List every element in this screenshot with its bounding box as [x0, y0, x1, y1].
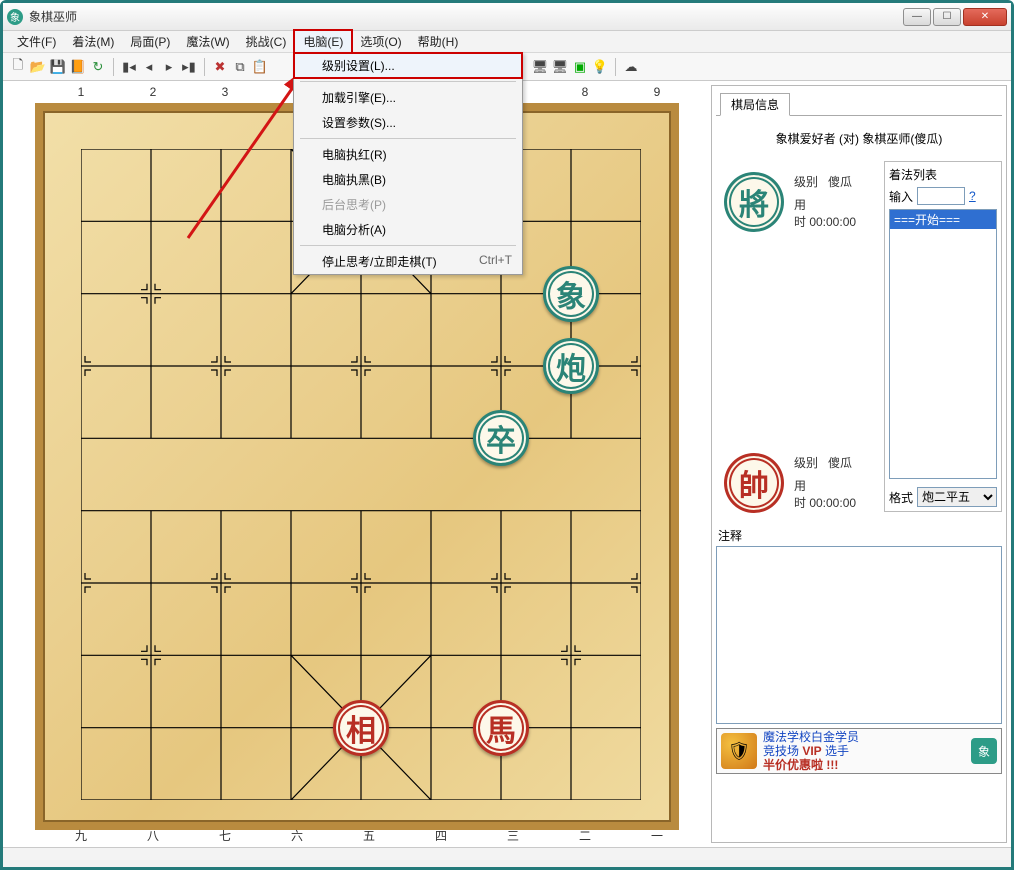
- move-item-start[interactable]: ===开始===: [890, 210, 996, 229]
- menubar: 文件(F) 着法(M) 局面(P) 魔法(W) 挑战(C) 电脑(E) 选项(O…: [3, 31, 1011, 53]
- menu-item-black[interactable]: 电脑执黑(B): [294, 167, 522, 192]
- moves-panel: 着法列表 输入 ? ===开始=== 格式 炮二平五: [884, 161, 1002, 512]
- delete-icon[interactable]: ✖: [211, 58, 229, 76]
- menu-moves[interactable]: 着法(M): [64, 31, 122, 52]
- notes-textarea[interactable]: [716, 546, 1002, 724]
- terminal-icon[interactable]: ▣: [571, 58, 589, 76]
- black-time: 00:00:00: [809, 215, 856, 229]
- menu-file[interactable]: 文件(F): [9, 31, 64, 52]
- maximize-button[interactable]: ☐: [933, 8, 961, 26]
- last-icon[interactable]: ▸▮: [180, 58, 198, 76]
- paste-icon[interactable]: 📋: [251, 58, 269, 76]
- menu-options[interactable]: 选项(O): [352, 31, 409, 52]
- info-panel: 棋局信息 象棋爱好者 (对) 象棋巫师(傻瓜) 將 级别 傻瓜 用时 00:00…: [711, 85, 1007, 843]
- black-general-icon: 將: [724, 172, 784, 232]
- lamp-icon[interactable]: 💡: [591, 58, 609, 76]
- minimize-button[interactable]: —: [903, 8, 931, 26]
- new-icon[interactable]: 🗋: [9, 58, 27, 76]
- ad-tail-icon: 象: [971, 738, 997, 764]
- menu-game[interactable]: 局面(P): [122, 31, 178, 52]
- book-icon[interactable]: 📙: [69, 58, 87, 76]
- statusbar: [3, 847, 1011, 867]
- cloud-icon[interactable]: ☁: [622, 58, 640, 76]
- refresh-icon[interactable]: ↻: [89, 58, 107, 76]
- menu-item-red[interactable]: 电脑执红(R): [294, 142, 522, 167]
- notes-label: 注释: [718, 527, 1002, 544]
- menu-item-stop[interactable]: 停止思考/立即走棋(T)Ctrl+T: [294, 249, 522, 274]
- first-icon[interactable]: ▮◂: [120, 58, 138, 76]
- piece-teal-zu[interactable]: 卒: [473, 410, 529, 466]
- ad-icon: 🛡: [721, 733, 757, 769]
- tab-game-info[interactable]: 棋局信息: [720, 93, 790, 116]
- copy-icon[interactable]: ⧉: [231, 58, 249, 76]
- menu-item-bg: 后台思考(P): [294, 192, 522, 217]
- menu-computer[interactable]: 电脑(E): [294, 30, 352, 53]
- menu-item-analyze[interactable]: 电脑分析(A): [294, 217, 522, 242]
- ad-banner[interactable]: 🛡 魔法学校白金学员 竞技场 VIP 选手 半价优惠啦 !!! 象: [716, 728, 1002, 774]
- move-input[interactable]: [917, 187, 965, 205]
- piece-teal-pao[interactable]: 炮: [543, 338, 599, 394]
- window-title: 象棋巫师: [29, 8, 903, 25]
- piece-red-ma[interactable]: 馬: [473, 700, 529, 756]
- moves-header: 着法列表: [889, 166, 997, 183]
- help-link[interactable]: ?: [969, 189, 976, 203]
- menu-help[interactable]: 帮助(H): [410, 31, 467, 52]
- match-line: 象棋爱好者 (对) 象棋巫师(傻瓜): [716, 116, 1002, 161]
- coords-bottom: 九八七六五四三二一: [45, 827, 693, 843]
- moves-list[interactable]: ===开始===: [889, 209, 997, 479]
- piece-red-xiang[interactable]: 相: [333, 700, 389, 756]
- titlebar: 象 象棋巫师 — ☐ ✕: [3, 3, 1011, 31]
- piece-teal-xiang[interactable]: 象: [543, 266, 599, 322]
- save-icon[interactable]: 💾: [49, 58, 67, 76]
- open-icon[interactable]: 📂: [29, 58, 47, 76]
- app-window: 象 象棋巫师 — ☐ ✕ 文件(F) 着法(M) 局面(P) 魔法(W) 挑战(…: [0, 0, 1014, 870]
- red-general-icon: 帥: [724, 453, 784, 513]
- computer1-icon[interactable]: 🖥: [531, 58, 549, 76]
- red-time: 00:00:00: [809, 496, 856, 510]
- menu-item-engine[interactable]: 加载引擎(E)...: [294, 85, 522, 110]
- computer-menu-dropdown: 级别设置(L)... 加载引擎(E)... 设置参数(S)... 电脑执红(R)…: [293, 52, 523, 275]
- menu-challenge[interactable]: 挑战(C): [238, 31, 295, 52]
- format-select[interactable]: 炮二平五: [917, 487, 997, 507]
- menu-item-params[interactable]: 设置参数(S)...: [294, 110, 522, 135]
- menu-magic[interactable]: 魔法(W): [178, 31, 237, 52]
- computer2-icon[interactable]: 🖥: [551, 58, 569, 76]
- next-icon[interactable]: ▸: [160, 58, 178, 76]
- menu-item-level[interactable]: 级别设置(L)...: [294, 53, 522, 78]
- prev-icon[interactable]: ◂: [140, 58, 158, 76]
- close-button[interactable]: ✕: [963, 8, 1007, 26]
- app-icon: 象: [7, 9, 23, 25]
